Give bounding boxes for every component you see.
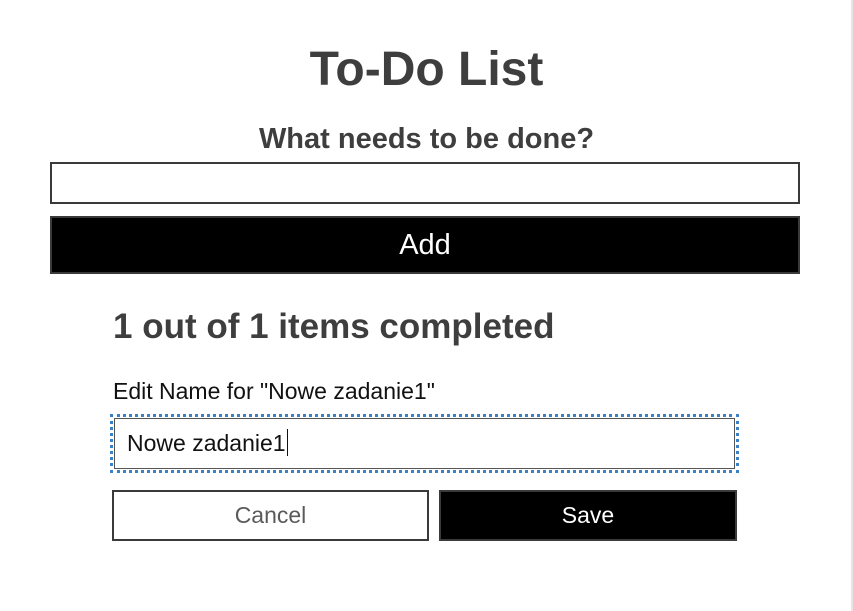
edit-name-input[interactable]: Nowe zadanie1: [114, 418, 735, 469]
new-todo-input[interactable]: [50, 162, 800, 204]
edit-name-label: Edit Name for "Nowe zadanie1": [113, 378, 435, 404]
todo-page: To-Do List What needs to be done? Add 1 …: [0, 0, 853, 611]
edit-name-field[interactable]: Nowe zadanie1: [110, 414, 739, 473]
cancel-button[interactable]: Cancel: [112, 490, 429, 541]
edit-name-value: Nowe zadanie1: [127, 430, 286, 456]
text-caret: [286, 429, 288, 457]
new-todo-prompt: What needs to be done?: [258, 123, 595, 155]
add-button[interactable]: Add: [50, 216, 800, 274]
completion-status: 1 out of 1 items completed: [113, 307, 555, 346]
page-title: To-Do List: [309, 43, 544, 96]
save-button[interactable]: Save: [439, 490, 737, 541]
